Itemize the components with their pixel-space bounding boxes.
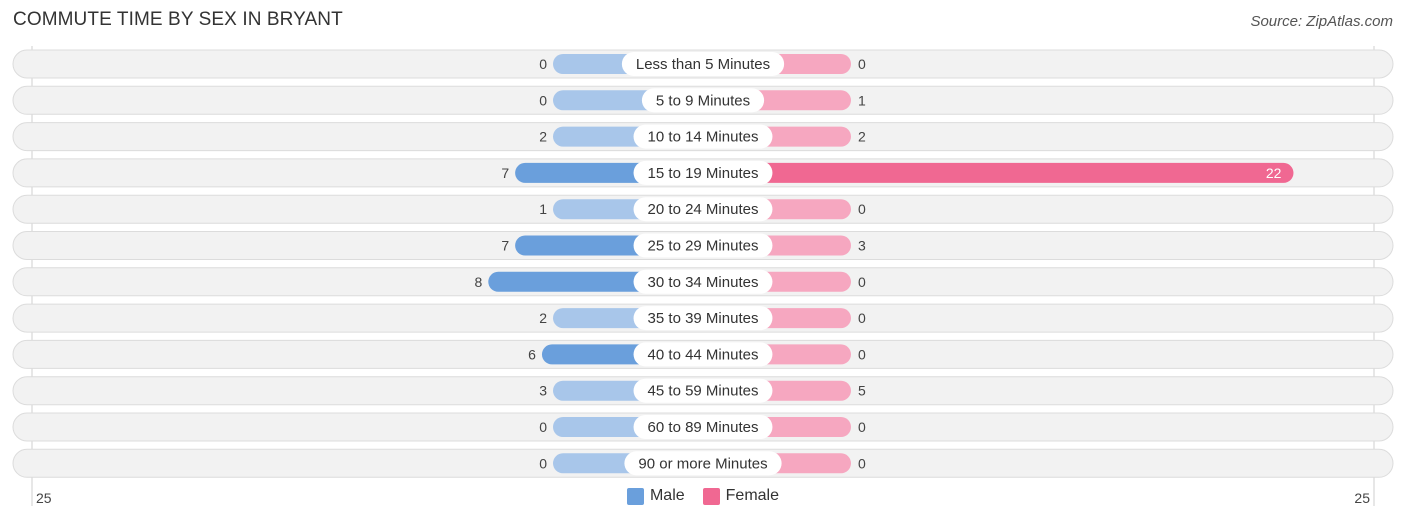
female-bar xyxy=(703,162,1294,183)
female-value: 0 xyxy=(858,310,866,326)
male-value: 0 xyxy=(539,92,547,108)
category-label: 30 to 34 Minutes xyxy=(648,274,759,291)
female-value: 5 xyxy=(858,383,866,399)
male-value: 3 xyxy=(539,383,547,399)
female-value: 0 xyxy=(858,455,866,471)
legend-swatch-male xyxy=(626,487,644,505)
category-label: 35 to 39 Minutes xyxy=(648,310,759,327)
male-value: 8 xyxy=(474,274,482,290)
legend-label-male: Male xyxy=(649,487,685,504)
category-label: 60 to 89 Minutes xyxy=(648,419,759,436)
female-value: 2 xyxy=(858,129,866,145)
female-value: 3 xyxy=(858,238,866,254)
category-label: 10 to 14 Minutes xyxy=(648,129,759,146)
legend: Male Female xyxy=(0,487,1406,505)
category-label: 45 to 59 Minutes xyxy=(648,383,759,400)
legend-swatch-female xyxy=(702,487,720,505)
male-value: 6 xyxy=(528,346,536,362)
female-value: 0 xyxy=(858,346,866,362)
female-value: 22 xyxy=(1266,165,1282,181)
category-label: 5 to 9 Minutes xyxy=(656,92,750,109)
male-value: 0 xyxy=(539,455,547,471)
female-value: 0 xyxy=(858,56,866,72)
legend-label-female: Female xyxy=(725,487,780,504)
male-value: 7 xyxy=(501,238,509,254)
legend-item-male[interactable]: Male xyxy=(626,487,685,505)
male-value: 0 xyxy=(539,56,547,72)
category-label: Less than 5 Minutes xyxy=(636,56,770,73)
category-label: 15 to 19 Minutes xyxy=(648,165,759,182)
category-label: 90 or more Minutes xyxy=(638,455,767,472)
category-label: 40 to 44 Minutes xyxy=(648,346,759,363)
chart-canvas: Less than 5 Minutes 0 0 5 to 9 Minutes 0 1 10 … xyxy=(12,46,1394,506)
legend-item-female[interactable]: Female xyxy=(702,487,780,505)
female-value: 0 xyxy=(858,419,866,435)
male-value: 1 xyxy=(539,201,547,217)
female-value: 0 xyxy=(858,274,866,290)
category-label: 25 to 29 Minutes xyxy=(648,238,759,255)
male-value: 0 xyxy=(539,419,547,435)
female-value: 0 xyxy=(858,201,866,217)
male-value: 7 xyxy=(501,165,509,181)
female-value: 1 xyxy=(858,92,866,108)
category-label: 20 to 24 Minutes xyxy=(648,201,759,218)
male-value: 2 xyxy=(539,310,547,326)
male-value: 2 xyxy=(539,129,547,145)
